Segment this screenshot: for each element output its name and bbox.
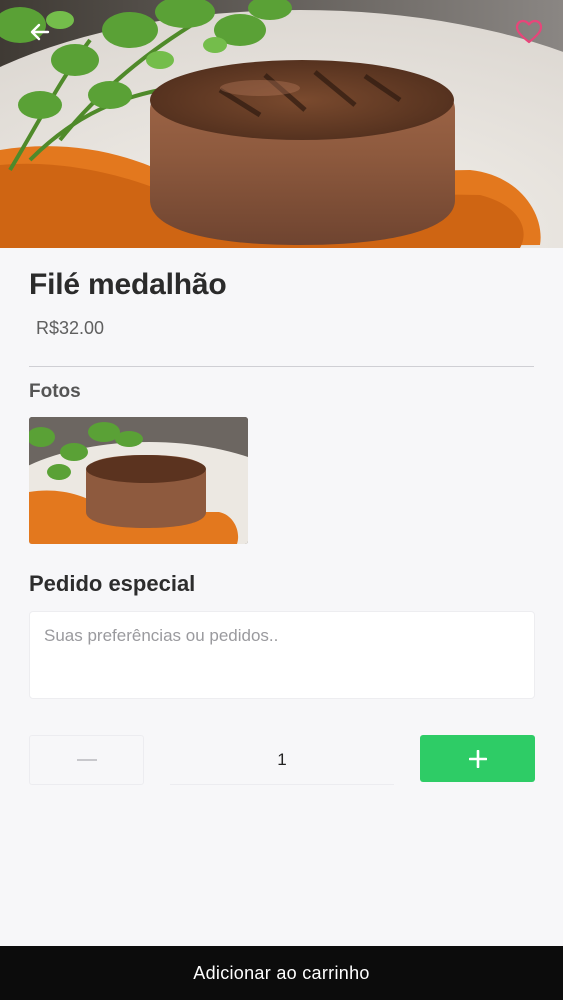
decrement-button[interactable] [29,735,144,785]
product-hero-image [0,0,563,248]
heart-outline-icon [515,19,543,44]
add-to-cart-button[interactable]: Adicionar ao carrinho [0,946,563,1000]
plus-icon [468,749,487,768]
steak-photo [0,0,563,248]
increment-button[interactable] [420,735,535,782]
product-title: Filé medalhão [29,268,227,301]
back-button[interactable] [22,14,58,50]
quantity-display: 1 [170,735,394,785]
divider [29,366,534,367]
quantity-value: 1 [277,749,287,769]
minus-icon [76,759,97,761]
favorite-button[interactable] [511,14,547,50]
photos-section-label: Fotos [29,381,81,402]
steak-thumbnail-image [29,417,248,544]
special-request-input[interactable] [29,611,535,699]
add-to-cart-label: Adicionar ao carrinho [193,962,370,983]
arrow-left-icon [30,23,50,41]
special-request-label: Pedido especial [29,571,196,596]
photo-thumbnail[interactable] [29,417,248,544]
product-price: R$32.00 [36,318,105,338]
